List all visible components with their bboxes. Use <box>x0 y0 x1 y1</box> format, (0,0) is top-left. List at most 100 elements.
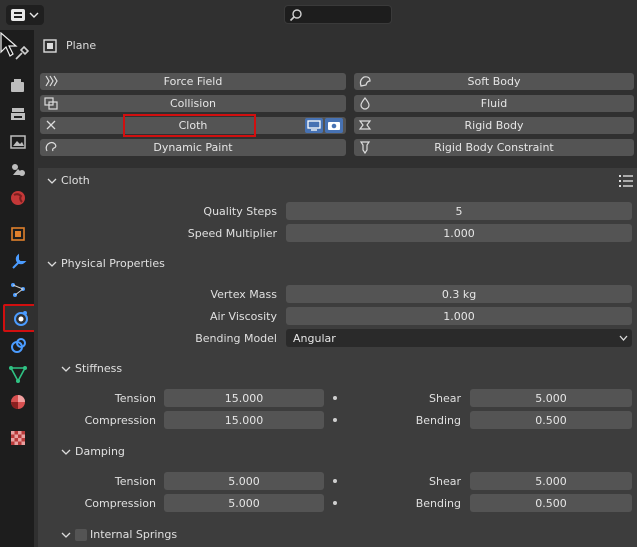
animate-property-dot[interactable] <box>333 418 337 422</box>
tab-world[interactable] <box>6 186 30 210</box>
tab-object[interactable] <box>6 222 30 246</box>
chevron-down-icon[interactable] <box>61 364 71 374</box>
image-icon <box>10 135 26 149</box>
dynamic-paint-button[interactable]: Dynamic Paint <box>40 139 346 156</box>
chevron-down-icon[interactable] <box>61 530 71 540</box>
wrench-icon <box>12 253 27 269</box>
cloth-highlight-box <box>123 114 256 137</box>
rigid-body-button[interactable]: Rigid Body <box>354 117 634 134</box>
tab-physics[interactable] <box>3 304 38 332</box>
quality-steps-field[interactable]: 5 <box>286 202 632 220</box>
stiffness-bending-label: Bending <box>415 414 461 427</box>
rigid-body-constraint-button[interactable]: Rigid Body Constraint <box>354 139 634 156</box>
damping-bending-field[interactable]: 0.500 <box>470 494 632 512</box>
collision-label: Collision <box>169 97 217 110</box>
tab-material[interactable] <box>6 390 30 414</box>
animate-property-dot[interactable] <box>333 479 337 483</box>
soft-body-button[interactable]: Soft Body <box>354 73 634 90</box>
soft-body-icon <box>359 76 371 87</box>
editor-type-dropdown[interactable] <box>6 5 44 25</box>
bending-model-dropdown[interactable]: Angular <box>286 329 632 347</box>
damping-compression-field[interactable]: 5.000 <box>164 494 324 512</box>
physics-icon <box>13 311 28 326</box>
chevron-down-icon[interactable] <box>61 447 71 457</box>
show-viewport-toggle[interactable] <box>305 118 323 133</box>
force-field-button[interactable]: Force Field <box>40 73 346 90</box>
vertex-mass-label: Vertex Mass <box>210 288 277 301</box>
cloth-button[interactable]: Cloth <box>40 114 346 137</box>
damping-shear-field[interactable]: 5.000 <box>470 472 632 490</box>
stiffness-compression-field[interactable]: 15.000 <box>164 411 324 429</box>
properties-tab-bar <box>0 30 38 547</box>
tab-particles[interactable] <box>6 278 30 302</box>
bending-model-label: Bending Model <box>195 332 277 345</box>
animate-property-dot[interactable] <box>333 396 337 400</box>
damping-bending-label: Bending <box>415 497 461 510</box>
collision-icon <box>44 97 58 110</box>
internal-springs-title[interactable]: Internal Springs <box>90 528 177 541</box>
show-render-toggle[interactable] <box>325 118 343 133</box>
tab-modifiers[interactable] <box>6 250 30 274</box>
speed-multiplier-label: Speed Multiplier <box>187 227 277 240</box>
stiffness-compression-label: Compression <box>84 414 156 427</box>
internal-springs-checkbox[interactable] <box>75 529 87 541</box>
particles-icon <box>11 283 25 297</box>
rigid-body-constraint-label: Rigid Body Constraint <box>434 141 554 154</box>
properties-header <box>0 0 637 30</box>
fluid-button[interactable]: Fluid <box>354 95 634 112</box>
physical-properties-title[interactable]: Physical Properties <box>61 257 165 270</box>
rigid-body-constraint-icon <box>359 141 371 154</box>
damping-shear-label: Shear <box>429 475 461 488</box>
soft-body-label: Soft Body <box>467 75 521 88</box>
scene-icon <box>12 164 25 176</box>
dynamic-paint-label: Dynamic Paint <box>153 141 233 154</box>
tab-scene[interactable] <box>6 158 30 182</box>
constraints-icon <box>11 338 26 353</box>
object-data-icon <box>43 39 57 53</box>
stiffness-title[interactable]: Stiffness <box>75 362 122 375</box>
search-field[interactable] <box>284 5 392 24</box>
air-viscosity-field[interactable]: 1.000 <box>286 307 632 325</box>
chevron-down-icon[interactable] <box>47 176 57 186</box>
speed-multiplier-field[interactable]: 1.000 <box>286 224 632 242</box>
vertex-mass-field[interactable]: 0.3 kg <box>286 285 632 303</box>
damping-tension-label: Tension <box>114 475 156 488</box>
tab-texture[interactable] <box>6 426 30 450</box>
stiffness-bending-field[interactable]: 0.500 <box>470 411 632 429</box>
tab-render[interactable] <box>6 74 30 98</box>
chevron-down-icon[interactable] <box>47 259 57 269</box>
damping-title[interactable]: Damping <box>75 445 125 458</box>
tab-view-layer[interactable] <box>6 130 30 154</box>
damping-compression-label: Compression <box>84 497 156 510</box>
tab-tool[interactable] <box>10 41 34 65</box>
camera-icon <box>328 122 340 130</box>
animate-property-dot[interactable] <box>333 501 337 505</box>
stiffness-shear-field[interactable]: 5.000 <box>470 389 632 407</box>
camera-back-icon <box>11 79 24 92</box>
force-field-label: Force Field <box>163 75 223 88</box>
quality-steps-label: Quality Steps <box>203 205 277 218</box>
panel-menu-icon[interactable] <box>618 174 634 188</box>
monitor-icon <box>307 120 321 131</box>
tab-constraints[interactable] <box>6 334 30 358</box>
collision-button[interactable]: Collision <box>40 95 346 112</box>
object-icon <box>11 227 25 241</box>
rigid-body-icon <box>358 120 372 130</box>
search-icon <box>289 9 302 22</box>
air-viscosity-label: Air Viscosity <box>209 310 277 323</box>
fluid-label: Fluid <box>480 97 508 110</box>
close-x-icon[interactable] <box>44 119 58 132</box>
tab-data[interactable] <box>6 362 30 386</box>
bending-model-value: Angular <box>293 331 336 345</box>
force-field-icon <box>45 75 58 87</box>
damping-tension-field[interactable]: 5.000 <box>164 472 324 490</box>
rigid-body-label: Rigid Body <box>464 119 524 132</box>
fluid-drop-icon <box>360 97 370 110</box>
object-name: Plane <box>66 39 97 52</box>
properties-editor-icon <box>11 9 39 21</box>
stiffness-shear-label: Shear <box>429 392 461 405</box>
tab-output[interactable] <box>6 102 30 126</box>
mesh-data-icon <box>9 366 27 383</box>
cloth-panel-title[interactable]: Cloth <box>61 174 90 187</box>
stiffness-tension-field[interactable]: 15.000 <box>164 389 324 407</box>
